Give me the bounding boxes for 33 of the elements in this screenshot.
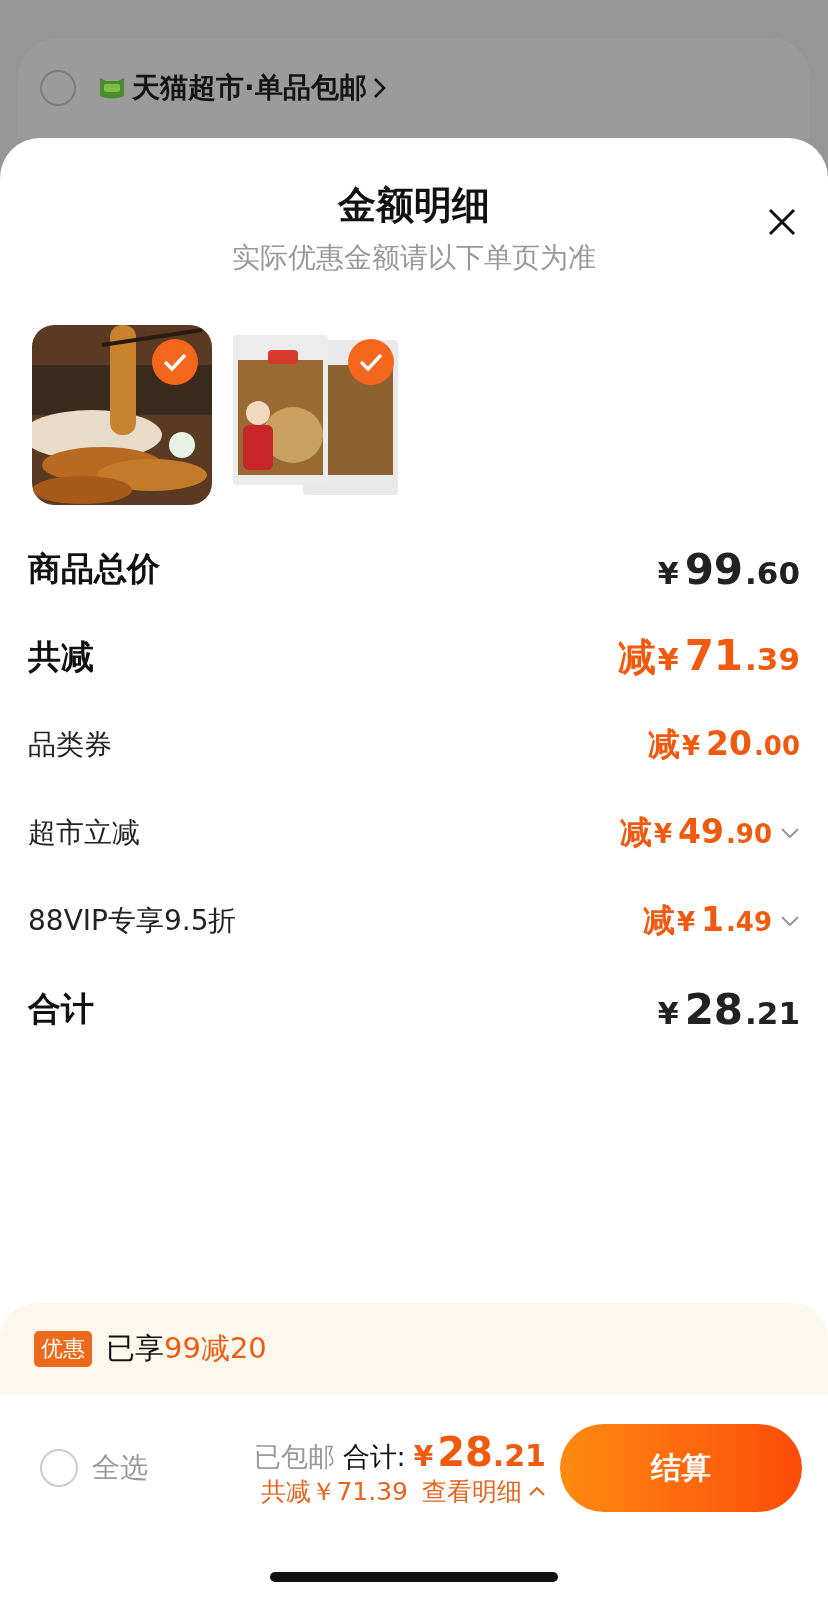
discount-text: 共减￥71.39 — [261, 1475, 408, 1508]
chevron-right-icon — [372, 76, 387, 100]
promo-badge: 优惠 — [34, 1331, 92, 1367]
amount-value: 减¥ 20.00 — [647, 723, 800, 765]
details-link[interactable]: 查看明细 — [422, 1474, 546, 1508]
close-icon[interactable] — [768, 208, 796, 236]
amount-label: 88VIP专享9.5折 — [28, 903, 237, 939]
checkout-button[interactable]: 结算 — [560, 1424, 802, 1512]
amount-label: 商品总价 — [28, 547, 160, 590]
select-all-label[interactable]: 全选 — [92, 1449, 148, 1487]
amount-label: 共减 — [28, 635, 94, 678]
sheet-subtitle: 实际优惠金额请以下单页为准 — [232, 240, 596, 276]
amount-value: ¥28.21 — [657, 984, 800, 1034]
amount-label: 品类券 — [28, 727, 112, 763]
promo-text: 已享 — [106, 1330, 164, 1367]
total-label: 合计: — [342, 1439, 406, 1474]
amount-label: 超市立减 — [28, 815, 140, 851]
amount-value: 减¥ 1.49 — [642, 899, 772, 941]
amount-value: 减¥ 49.90 — [619, 811, 772, 853]
chevron-down-icon[interactable] — [780, 915, 800, 927]
shipping-text: 已包邮 — [253, 1439, 335, 1474]
store-logo-icon — [98, 76, 126, 100]
amount-value: ¥99.60 — [657, 544, 800, 594]
amount-label: 合计 — [28, 987, 94, 1030]
sheet-title: 金额明细 — [338, 182, 490, 229]
total-price: ¥28.21 — [413, 1428, 546, 1475]
radio-button[interactable] — [40, 1449, 78, 1487]
radio-button[interactable] — [40, 70, 76, 106]
chevron-up-icon — [528, 1485, 546, 1497]
store-name[interactable]: 天猫超市·单品包邮 — [132, 69, 367, 107]
chevron-down-icon[interactable] — [780, 827, 800, 839]
amount-value: 减¥71.39 — [617, 631, 800, 682]
promo-amount: 99减20 — [164, 1330, 267, 1367]
